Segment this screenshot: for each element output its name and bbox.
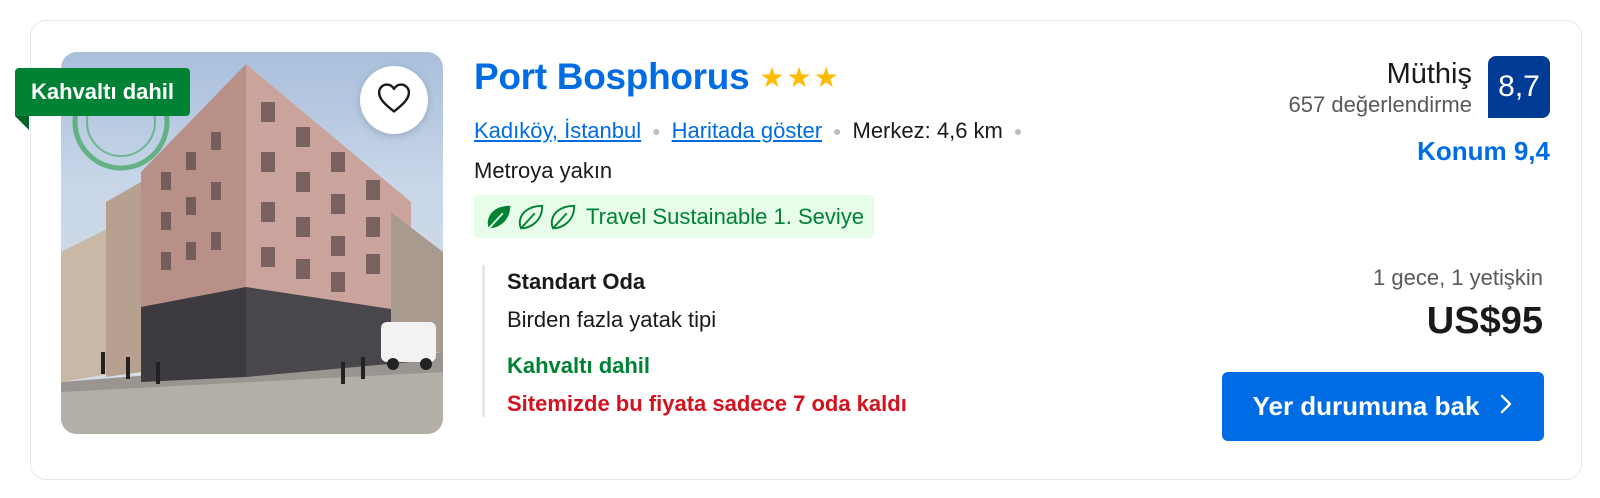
price: US$95 <box>1426 300 1543 342</box>
review-score: 8,7 <box>1488 56 1550 118</box>
availability-warning: Sitemizde bu fiyata sadece 7 oda kaldı <box>507 391 907 416</box>
separator-dot: ● <box>1013 123 1023 139</box>
location-link[interactable]: Kadıköy, İstanbul <box>474 118 641 144</box>
location-score: Konum 9,4 <box>1417 136 1550 166</box>
sustainability-label: Travel Sustainable 1. Seviye <box>586 203 864 229</box>
metro-text: Metroya yakın <box>474 158 613 183</box>
star-icon: ★ <box>786 61 812 93</box>
favorite-button[interactable] <box>360 66 428 134</box>
check-availability-button[interactable]: Yer durumuna bak <box>1222 372 1544 441</box>
review-count: 657 değerlendirme <box>1288 92 1472 117</box>
leaf-icon <box>487 205 511 229</box>
room-beds: Birden fazla yatak tipi <box>507 307 717 332</box>
cta-label: Yer durumuna bak <box>1252 391 1480 421</box>
leaf-icon <box>550 204 576 229</box>
separator-dot: ● <box>833 123 842 139</box>
room-breakfast: Kahvaltı dahil <box>507 353 651 378</box>
stay-duration: 1 gece, 1 yetişkin <box>1373 265 1543 290</box>
distance-text: Merkez: 4,6 km <box>852 118 1003 143</box>
review-summary[interactable]: Müthiş 657 değerlendirme 8,7 <box>1289 56 1550 118</box>
star-rating: ★ ★ ★ <box>759 61 838 94</box>
title-row: Port Bosphorus ★ ★ ★ <box>474 56 839 98</box>
sustainability-badge[interactable]: Travel Sustainable 1. Seviye <box>474 195 874 238</box>
hotel-name[interactable]: Port Bosphorus <box>474 56 750 98</box>
star-icon: ★ <box>813 61 839 93</box>
location-row: Kadıköy, İstanbul ● Haritada göster ● Me… <box>474 118 1033 144</box>
room-title: Standart Oda <box>507 269 646 294</box>
room-info: Standart Oda Birden fazla yatak tipi Kah… <box>482 265 907 417</box>
review-word: Müthiş <box>1386 58 1472 90</box>
leaf-icon <box>518 204 544 229</box>
leaf-rating <box>484 202 578 232</box>
heart-icon <box>377 82 411 119</box>
review-text: Müthiş 657 değerlendirme <box>1289 56 1472 118</box>
separator-dot: ● <box>652 123 661 139</box>
chevron-right-icon <box>1499 391 1513 422</box>
breakfast-badge: Kahvaltı dahil <box>15 68 191 130</box>
star-icon: ★ <box>759 61 785 93</box>
map-link[interactable]: Haritada göster <box>672 118 822 144</box>
